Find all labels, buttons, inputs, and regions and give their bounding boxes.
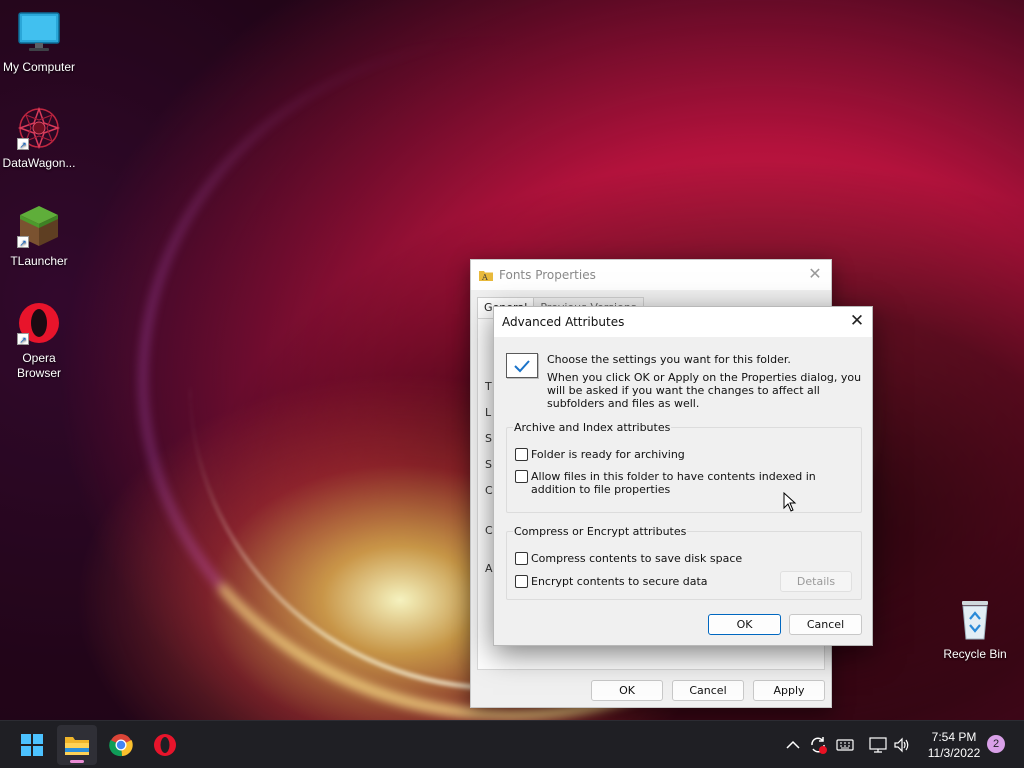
sync-status-tray[interactable]	[808, 721, 828, 768]
checkbox-label: Compress contents to save disk space	[531, 552, 743, 565]
notification-badge[interactable]: 2	[987, 735, 1005, 753]
advanced-attributes-dialog: Advanced Attributes ✕ Choose the setting…	[493, 306, 873, 646]
group-label: Archive and Index attributes	[513, 421, 672, 434]
taskbar-chrome[interactable]	[101, 725, 141, 765]
desktop-icon-datawagon[interactable]: ↗ DataWagon...	[0, 106, 78, 171]
archive-checkbox[interactable]	[515, 448, 528, 461]
taskbar-opera[interactable]	[145, 725, 185, 765]
network-tray[interactable]	[869, 721, 887, 768]
dialog-titlebar[interactable]: Advanced Attributes	[494, 307, 872, 337]
shortcut-arrow-icon: ↗	[17, 138, 29, 150]
field-label: A	[485, 562, 493, 575]
chrome-icon	[109, 734, 133, 757]
cancel-button[interactable]: Cancel	[789, 614, 862, 635]
desktop-icon-label: Opera Browser	[16, 351, 61, 380]
start-icon	[21, 734, 43, 756]
desktop-icon-opera-browser[interactable]: ↗ Opera Browser	[0, 301, 78, 381]
clock-time: 7:54 PM	[931, 730, 977, 744]
svg-text:A: A	[481, 273, 488, 281]
encrypt-checkbox[interactable]	[515, 575, 528, 588]
window-title: Fonts Properties	[499, 268, 596, 282]
recycle-bin-icon	[953, 597, 997, 641]
details-button[interactable]: Details	[780, 571, 852, 592]
ok-button[interactable]: OK	[708, 614, 781, 635]
index-checkbox[interactable]	[515, 470, 528, 483]
close-icon[interactable]: ✕	[807, 266, 823, 282]
cancel-button[interactable]: Cancel	[672, 680, 744, 701]
field-label: C	[485, 484, 493, 497]
encrypt-option[interactable]: Encrypt contents to secure data	[515, 575, 708, 588]
desktop-icon-label: My Computer	[2, 60, 76, 74]
dialog-buttons: OK Cancel Apply	[591, 680, 825, 701]
clock-date: 11/3/2022	[927, 746, 981, 760]
network-icon	[869, 737, 887, 753]
info-description: When you click OK or Apply on the Proper…	[547, 371, 862, 410]
speaker-icon	[894, 737, 909, 753]
checkmark-settings-icon	[506, 353, 538, 378]
monitor-icon	[17, 10, 61, 54]
checkbox-label: Encrypt contents to secure data	[531, 575, 708, 588]
mouse-cursor-icon	[783, 492, 797, 512]
checkbox-label: Folder is ready for archiving	[531, 448, 685, 461]
taskbar-file-explorer[interactable]	[57, 725, 97, 765]
datawagon-icon: ↗	[17, 106, 61, 150]
field-label: S	[485, 432, 492, 445]
desktop-icon-my-computer[interactable]: My Computer	[0, 10, 78, 75]
volume-tray[interactable]	[893, 721, 911, 768]
chevron-up-icon	[786, 740, 800, 749]
field-label: C	[485, 524, 493, 537]
show-hidden-icons-button[interactable]	[786, 721, 800, 768]
folder-icon: A	[479, 271, 493, 281]
apply-button[interactable]: Apply	[753, 680, 825, 701]
desktop-icon-tlauncher[interactable]: ↗ TLauncher	[0, 204, 78, 269]
field-label: T	[485, 380, 492, 393]
shortcut-arrow-icon: ↗	[17, 236, 29, 248]
group-label: Compress or Encrypt attributes	[513, 525, 688, 538]
close-icon[interactable]: ✕	[848, 312, 866, 330]
window-titlebar[interactable]: A Fonts Properties	[471, 260, 831, 290]
info-heading: Choose the settings you want for this fo…	[547, 353, 791, 366]
field-label: S	[485, 458, 492, 471]
checkbox-label: Allow files in this folder to have conte…	[531, 470, 816, 496]
shortcut-arrow-icon: ↗	[17, 333, 29, 345]
ok-button[interactable]: OK	[591, 680, 663, 701]
compress-option[interactable]: Compress contents to save disk space	[515, 552, 742, 565]
grass-block-icon: ↗	[17, 204, 61, 248]
field-label: L	[485, 406, 492, 419]
index-option[interactable]: Allow files in this folder to have conte…	[515, 470, 855, 496]
compress-checkbox[interactable]	[515, 552, 528, 565]
dialog-title: Advanced Attributes	[502, 315, 625, 329]
desktop-icon-label: TLauncher	[10, 254, 68, 268]
opera-icon	[154, 734, 176, 756]
keyboard-icon	[836, 739, 854, 751]
clock[interactable]: 7:54 PM 11/3/2022	[918, 729, 990, 761]
archive-option[interactable]: Folder is ready for archiving	[515, 448, 685, 461]
opera-icon: ↗	[17, 301, 61, 345]
sync-icon	[811, 737, 827, 754]
desktop-icon-label: DataWagon...	[2, 156, 76, 170]
start-button[interactable]	[12, 725, 52, 765]
file-explorer-icon	[65, 737, 89, 755]
desktop-icon-recycle-bin[interactable]: Recycle Bin	[936, 597, 1014, 662]
keyboard-tray[interactable]	[836, 721, 854, 768]
taskbar: 7:54 PM 11/3/2022	[0, 720, 1024, 768]
desktop-icon-label: Recycle Bin	[943, 647, 1007, 661]
